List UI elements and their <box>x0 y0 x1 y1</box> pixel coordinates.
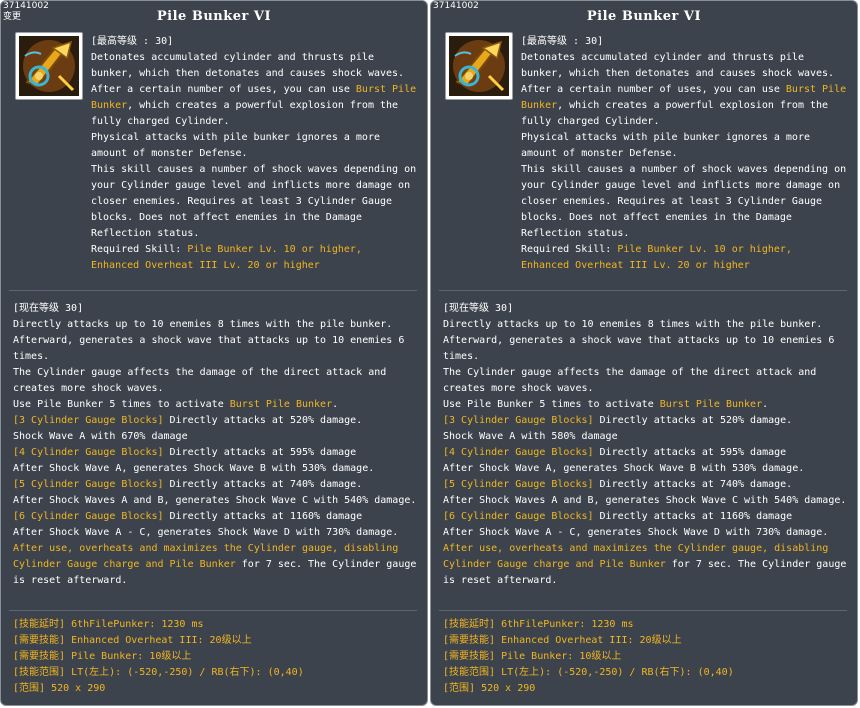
gauge-4-detail: After Shock Wave A, generates Shock Wave… <box>443 463 805 474</box>
after-use-note: After use, overheats and maximizes the C… <box>443 543 847 586</box>
current-level-header: [现在等级 30] <box>13 303 84 314</box>
current-line: The Cylinder gauge affects the damage of… <box>13 367 387 394</box>
current-line: Use Pile Bunker 5 times to activate Burs… <box>13 399 339 410</box>
tech-line: [技能延时] 6thFilePunker: 1230 ms <box>443 619 634 630</box>
tech-line: [范围] 520 x 290 <box>13 683 106 694</box>
skill-icon-frame <box>15 32 83 100</box>
desc-paragraph: Detonates accumulated cylinder and thrus… <box>91 52 405 79</box>
gauge-6-line: [6 Cylinder Gauge Blocks] Directly attac… <box>13 511 363 522</box>
gauge-6-line: [6 Cylinder Gauge Blocks] Directly attac… <box>443 511 793 522</box>
pile-bunker-skill-icon <box>19 36 79 96</box>
current-line: Use Pile Bunker 5 times to activate Burs… <box>443 399 769 410</box>
desc-paragraph: This skill causes a number of shock wave… <box>521 164 847 239</box>
skill-icon-frame <box>445 32 513 100</box>
divider <box>9 290 417 291</box>
gauge-5-detail: After Shock Waves A and B, generates Sho… <box>13 495 417 506</box>
tech-line: [范围] 520 x 290 <box>443 683 536 694</box>
desc-paragraph: Detonates accumulated cylinder and thrus… <box>521 52 835 79</box>
gauge-3-detail: Shock Wave A with 580% damage <box>443 431 618 442</box>
current-level-header: [现在等级 30] <box>443 303 514 314</box>
skill-description: [最高等级 : 30] Detonates accumulated cylind… <box>521 34 851 274</box>
gauge-6-detail: After Shock Wave A - C, generates Shock … <box>13 527 399 538</box>
max-level-label: [最高等级 : 30] <box>521 36 604 47</box>
skill-title: Pile Bunker VI <box>156 9 272 24</box>
skill-tooltip-left: 37141002 变更 Pile Bunker VI [最高等级 : 30] D… <box>0 0 428 706</box>
divider <box>439 610 847 611</box>
pile-bunker-skill-icon <box>449 36 509 96</box>
tech-line: [技能范围] LT(左上): (-520,-250) / RB(右下): (0,… <box>443 667 734 678</box>
tech-line: [需要技能] Enhanced Overheat III: 20级以上 <box>443 635 682 646</box>
desc-paragraph: After a certain number of uses, you can … <box>91 84 417 127</box>
skill-description: [最高等级 : 30] Detonates accumulated cylind… <box>91 34 421 274</box>
current-line: Directly attacks up to 10 enemies 8 time… <box>13 319 393 330</box>
gauge-6-detail: After Shock Wave A - C, generates Shock … <box>443 527 829 538</box>
tech-line: [技能延时] 6thFilePunker: 1230 ms <box>13 619 204 630</box>
gauge-3-line: [3 Cylinder Gauge Blocks] Directly attac… <box>443 415 793 426</box>
required-skill: Required Skill: Pile Bunker Lv. 10 or hi… <box>91 244 362 271</box>
divider <box>439 290 847 291</box>
gauge-4-line: [4 Cylinder Gauge Blocks] Directly attac… <box>13 447 357 458</box>
required-skill: Required Skill: Pile Bunker Lv. 10 or hi… <box>521 244 792 271</box>
desc-paragraph: After a certain number of uses, you can … <box>521 84 847 127</box>
tech-line: [需要技能] Pile Bunker: 10级以上 <box>13 651 192 662</box>
tech-line: [需要技能] Pile Bunker: 10级以上 <box>443 651 622 662</box>
max-level-label: [最高等级 : 30] <box>91 36 174 47</box>
gauge-5-line: [5 Cylinder Gauge Blocks] Directly attac… <box>443 479 793 490</box>
tech-info-section: [技能延时] 6thFilePunker: 1230 ms [需要技能] Enh… <box>13 617 419 697</box>
skill-title: Pile Bunker VI <box>586 9 702 24</box>
current-line: Afterward, generates a shock wave that a… <box>13 335 405 362</box>
gauge-5-detail: After Shock Waves A and B, generates Sho… <box>443 495 847 506</box>
current-line: Directly attacks up to 10 enemies 8 time… <box>443 319 823 330</box>
current-level-section: [现在等级 30] Directly attacks up to 10 enem… <box>13 301 419 589</box>
desc-paragraph: Physical attacks with pile bunker ignore… <box>521 132 810 159</box>
gauge-3-detail: Shock Wave A with 670% damage <box>13 431 188 442</box>
desc-paragraph: This skill causes a number of shock wave… <box>91 164 417 239</box>
gauge-5-line: [5 Cylinder Gauge Blocks] Directly attac… <box>13 479 363 490</box>
tech-line: [需要技能] Enhanced Overheat III: 20级以上 <box>13 635 252 646</box>
tech-info-section: [技能延时] 6thFilePunker: 1230 ms [需要技能] Enh… <box>443 617 849 697</box>
gauge-4-line: [4 Cylinder Gauge Blocks] Directly attac… <box>443 447 787 458</box>
current-line: Afterward, generates a shock wave that a… <box>443 335 835 362</box>
divider <box>9 610 417 611</box>
skill-tooltip-right: 37141002 Pile Bunker VI [最高等级 : 30] Deto… <box>430 0 858 706</box>
gauge-4-detail: After Shock Wave A, generates Shock Wave… <box>13 463 375 474</box>
current-line: The Cylinder gauge affects the damage of… <box>443 367 817 394</box>
current-level-section: [现在等级 30] Directly attacks up to 10 enem… <box>443 301 849 589</box>
gauge-3-line: [3 Cylinder Gauge Blocks] Directly attac… <box>13 415 363 426</box>
desc-paragraph: Physical attacks with pile bunker ignore… <box>91 132 380 159</box>
after-use-note: After use, overheats and maximizes the C… <box>13 543 417 586</box>
tech-line: [技能范围] LT(左上): (-520,-250) / RB(右下): (0,… <box>13 667 304 678</box>
